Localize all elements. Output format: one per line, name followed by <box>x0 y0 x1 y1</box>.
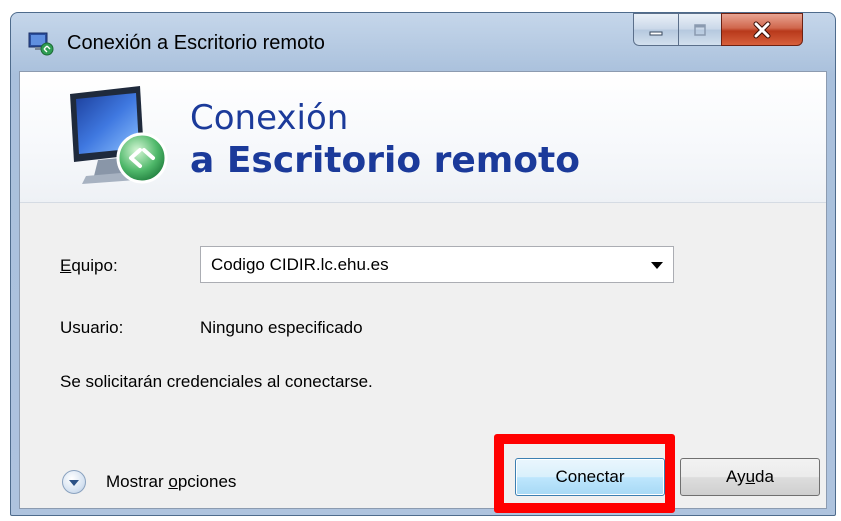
equipo-combobox[interactable]: Codigo CIDIR.lc.ehu.es <box>200 246 674 283</box>
maximize-icon <box>694 23 706 36</box>
banner-title-line1: Conexión <box>190 98 349 138</box>
connect-button[interactable]: Conectar <box>515 458 665 496</box>
remote-desktop-monitor-icon <box>70 86 168 184</box>
equipo-mnemonic: E <box>60 256 72 275</box>
maximize-button[interactable] <box>678 13 722 46</box>
dropdown-arrow-icon[interactable] <box>651 262 663 269</box>
help-button[interactable]: Ay u da <box>680 458 820 496</box>
help-suffix: da <box>755 467 774 486</box>
remote-desktop-icon <box>28 32 54 56</box>
help-mnemonic: u <box>745 467 756 486</box>
help-prefix: Ay <box>726 467 746 486</box>
show-options-mnemonic: o <box>168 472 178 491</box>
banner-title-line2: a Escritorio remoto <box>190 140 580 181</box>
minimize-icon <box>649 31 663 35</box>
expand-options-icon[interactable] <box>62 470 86 494</box>
title-bar[interactable]: Conexión a Escritorio remoto <box>11 13 835 71</box>
equipo-value: Codigo CIDIR.lc.ehu.es <box>211 255 389 274</box>
usuario-label: Usuario: <box>60 318 124 337</box>
credentials-notice: Se solicitarán credenciales al conectars… <box>60 372 373 391</box>
show-options-suffix: pciones <box>177 472 237 491</box>
rdp-window: Conexión a Escritorio remoto Conexión a … <box>10 12 836 516</box>
banner: Conexión a Escritorio remoto <box>20 72 826 203</box>
close-button[interactable] <box>721 13 803 46</box>
close-icon <box>753 21 771 38</box>
equipo-label-text: quipo: <box>71 256 118 275</box>
equipo-label: Equipo: <box>60 256 118 276</box>
dialog-body: Conexión a Escritorio remoto Equipo: Cod… <box>19 71 827 509</box>
show-options-prefix: Mostrar <box>106 472 169 491</box>
usuario-value: Ninguno especificado <box>200 318 363 337</box>
window-title: Conexión a Escritorio remoto <box>67 32 325 54</box>
minimize-button[interactable] <box>633 13 679 46</box>
show-options-link[interactable]: Mostrar opciones <box>106 472 236 492</box>
